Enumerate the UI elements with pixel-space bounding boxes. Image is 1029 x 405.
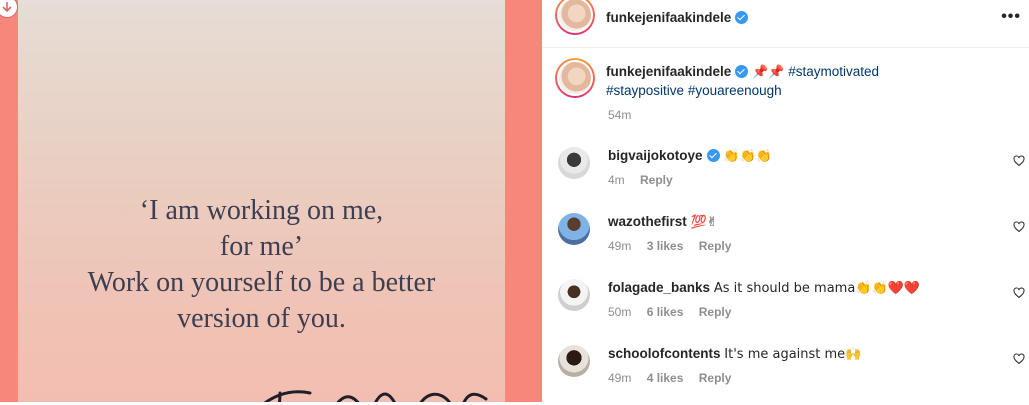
post-image: ‘I am working on me, for me’ Work on you… bbox=[18, 0, 505, 402]
header-username[interactable]: funkejenifaakindele bbox=[606, 10, 731, 25]
like-heart-icon[interactable] bbox=[1013, 155, 1025, 167]
post-header: funkejenifaakindele ••• bbox=[542, 0, 1029, 48]
commenter-avatar[interactable] bbox=[558, 147, 590, 179]
caption-timestamp[interactable]: 54m bbox=[608, 108, 631, 122]
caption-emojis: 📌📌 bbox=[752, 65, 785, 80]
comment-text: wazothefirst 💯✌ bbox=[608, 213, 988, 232]
comment-item: folagade_banks As it should be mama👏👏❤️❤… bbox=[542, 279, 1029, 339]
like-heart-icon[interactable] bbox=[1013, 353, 1025, 365]
post-media[interactable]: ‘I am working on me, for me’ Work on you… bbox=[0, 0, 542, 402]
verified-badge-icon bbox=[735, 11, 749, 24]
comment-timestamp[interactable]: 4m bbox=[608, 173, 625, 187]
likes-count[interactable]: 6 likes bbox=[647, 305, 684, 319]
comment-body: It's me against me🙌 bbox=[724, 347, 862, 362]
quote-text: ‘I am working on me, for me’ Work on you… bbox=[18, 193, 505, 337]
comment-timestamp[interactable]: 49m bbox=[608, 371, 631, 385]
more-options-icon[interactable]: ••• bbox=[1001, 8, 1021, 26]
reply-button[interactable]: Reply bbox=[699, 305, 732, 319]
quote-line: version of you. bbox=[177, 303, 346, 334]
commenter-avatar[interactable] bbox=[558, 213, 590, 245]
hashtag-link[interactable]: #youareenough bbox=[688, 83, 782, 98]
comment-meta: 49m 4 likes Reply bbox=[608, 371, 743, 385]
commenter-username[interactable]: wazothefirst bbox=[608, 214, 687, 229]
comment-text: bigvaijokotoye 👏👏👏 bbox=[608, 147, 988, 166]
commenter-avatar[interactable] bbox=[558, 345, 590, 377]
caption-avatar[interactable] bbox=[555, 58, 595, 98]
quote-line: Work on yourself to be a better bbox=[87, 267, 436, 298]
like-heart-icon[interactable] bbox=[1013, 287, 1025, 299]
reply-button[interactable]: Reply bbox=[640, 173, 673, 187]
likes-count[interactable]: 4 likes bbox=[647, 371, 684, 385]
signature bbox=[250, 378, 490, 402]
quote-line: ‘I am working on me, bbox=[139, 195, 384, 226]
reply-button[interactable]: Reply bbox=[699, 371, 732, 385]
comment-body: 💯✌ bbox=[690, 215, 718, 230]
commenter-username[interactable]: bigvaijokotoye bbox=[608, 148, 703, 163]
comment-item: schoolofcontents It's me against me🙌 49m… bbox=[542, 345, 1029, 405]
quote-line: for me’ bbox=[219, 231, 304, 262]
author-avatar[interactable] bbox=[555, 0, 595, 35]
comment-item: wazothefirst 💯✌ 49m 3 likes Reply bbox=[542, 213, 1029, 273]
comment-meta: 49m 3 likes Reply bbox=[608, 239, 743, 253]
commenter-avatar[interactable] bbox=[558, 279, 590, 311]
comment-timestamp[interactable]: 50m bbox=[608, 305, 631, 319]
comment-timestamp[interactable]: 49m bbox=[608, 239, 631, 253]
post-caption: funkejenifaakindele 📌📌 #staymotivated #s… bbox=[606, 63, 1006, 100]
like-heart-icon[interactable] bbox=[1013, 221, 1025, 233]
comment-text: schoolofcontents It's me against me🙌 bbox=[608, 345, 988, 364]
hashtag-link[interactable]: #staymotivated bbox=[788, 64, 879, 79]
verified-badge-icon bbox=[706, 149, 720, 162]
comment-item: bigvaijokotoye 👏👏👏 4m Reply bbox=[542, 147, 1029, 207]
download-icon[interactable] bbox=[0, 0, 18, 18]
comments-panel: funkejenifaakindele ••• funkejenifaakind… bbox=[542, 0, 1029, 402]
verified-badge-icon bbox=[735, 65, 749, 78]
likes-count[interactable]: 3 likes bbox=[647, 239, 684, 253]
caption-username[interactable]: funkejenifaakindele bbox=[606, 64, 731, 79]
commenter-username[interactable]: folagade_banks bbox=[608, 280, 710, 295]
comment-body: 👏👏👏 bbox=[723, 149, 772, 164]
comment-text: folagade_banks As it should be mama👏👏❤️❤… bbox=[608, 279, 988, 298]
comment-body: As it should be mama👏👏❤️❤️ bbox=[713, 281, 921, 296]
comment-meta: 4m Reply bbox=[608, 173, 685, 187]
comment-meta: 50m 6 likes Reply bbox=[608, 305, 743, 319]
hashtag-link[interactable]: #staypositive bbox=[606, 83, 684, 98]
reply-button[interactable]: Reply bbox=[699, 239, 732, 253]
commenter-username[interactable]: schoolofcontents bbox=[608, 346, 721, 361]
